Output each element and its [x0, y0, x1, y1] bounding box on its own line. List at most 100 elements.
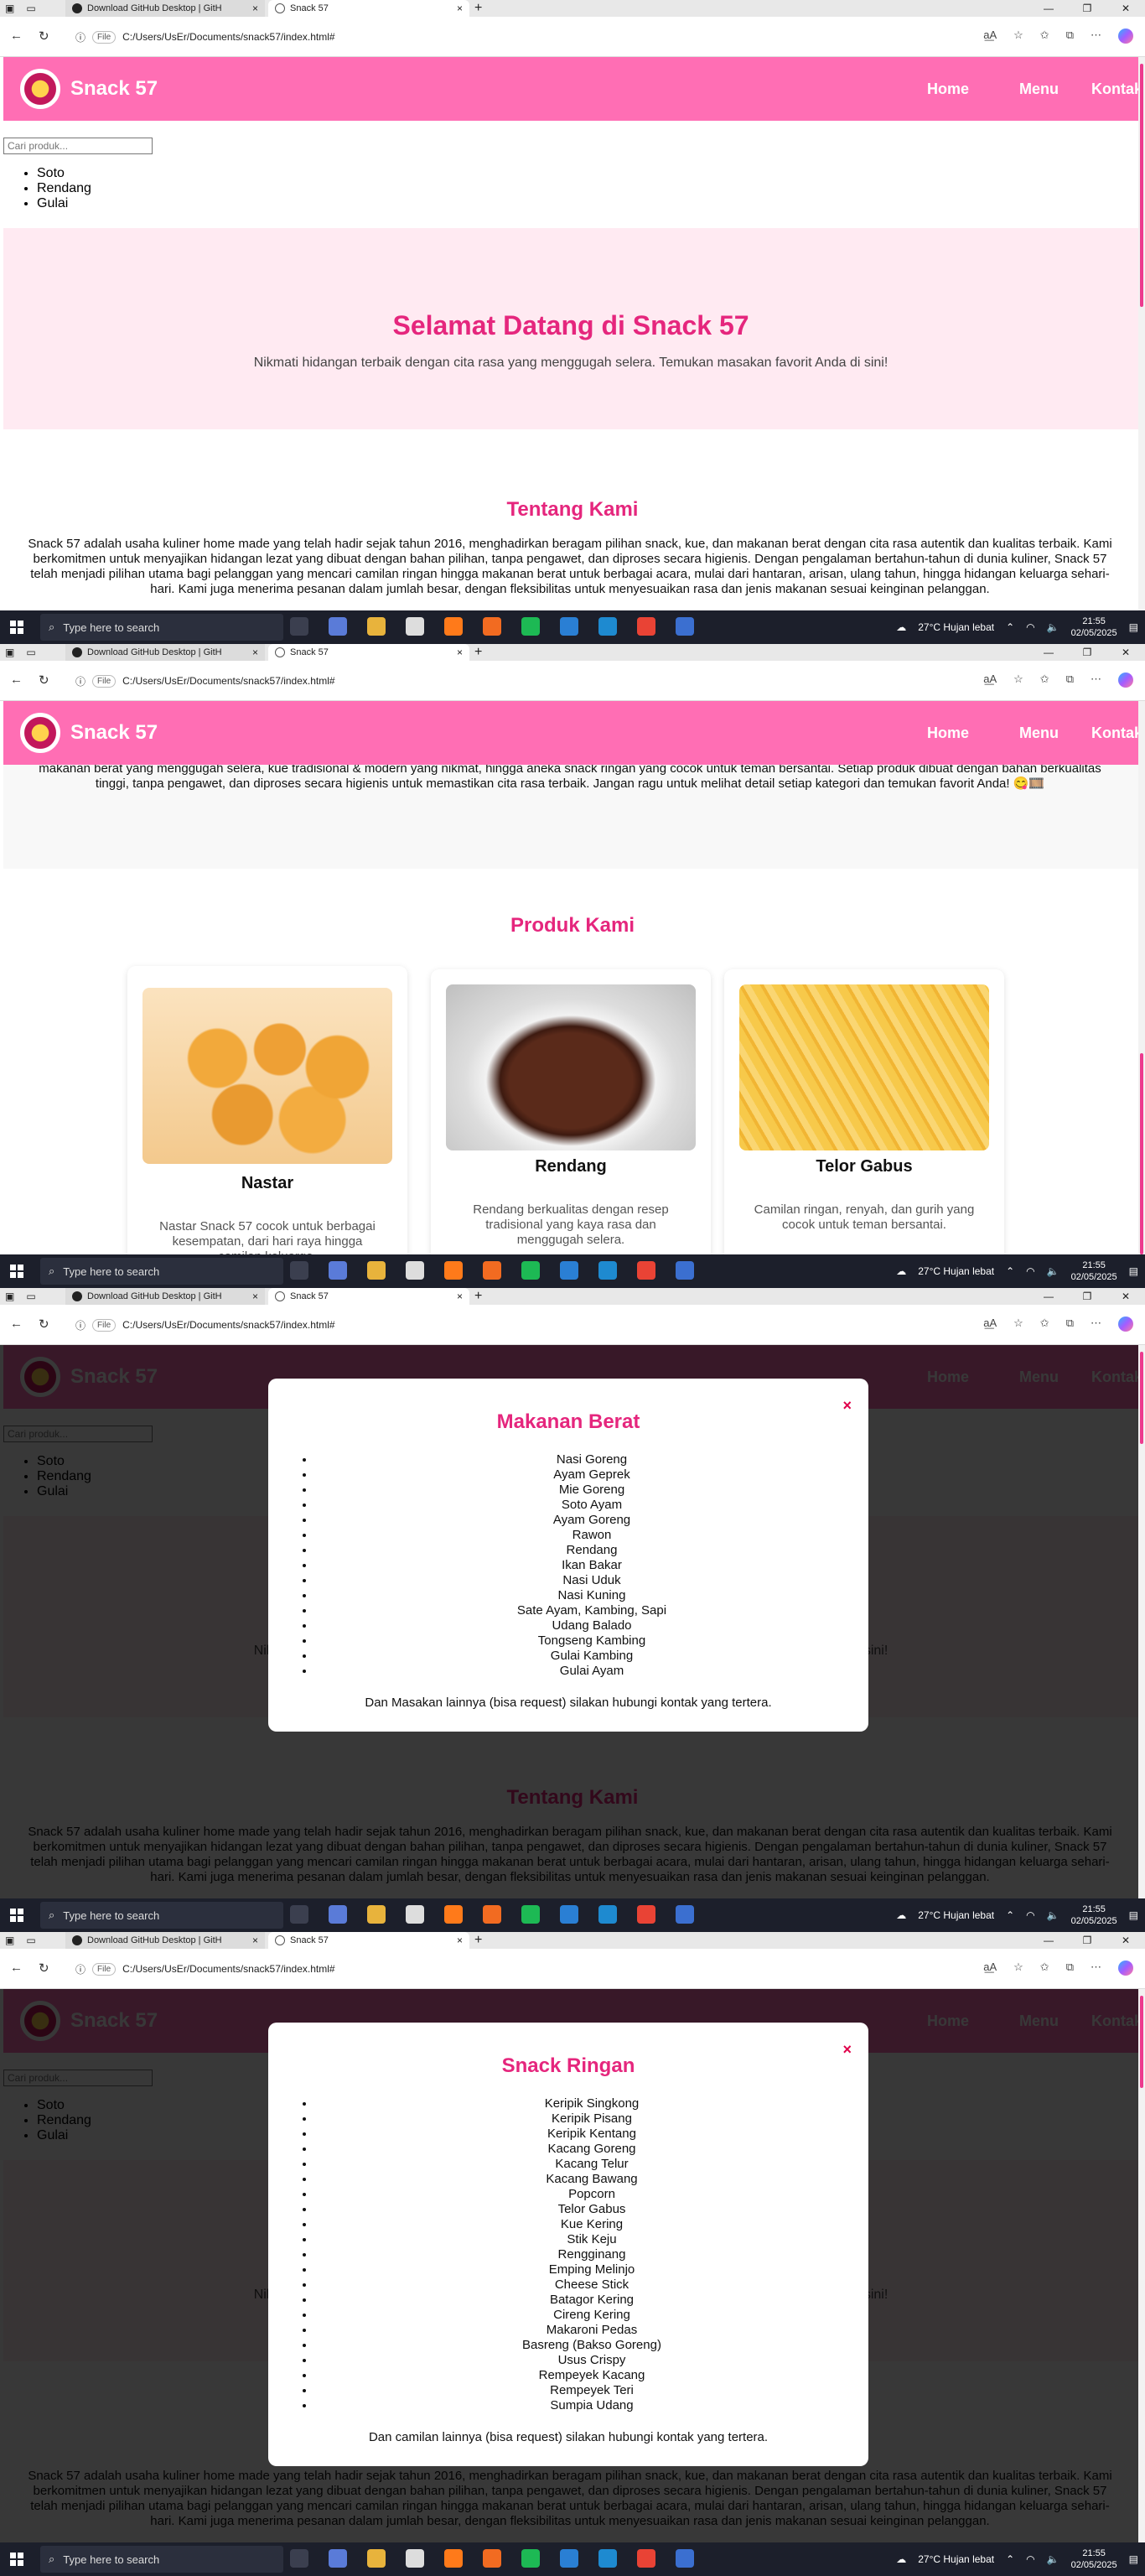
- file-explorer-icon[interactable]: [367, 1261, 386, 1280]
- info-icon[interactable]: ⓘ: [75, 30, 85, 44]
- product-card[interactable]: Nastar Nastar Snack 57 cocok untuk berba…: [127, 966, 407, 1254]
- app-icon[interactable]: [483, 2549, 501, 2568]
- minimize-icon[interactable]: —: [1029, 644, 1068, 661]
- back-icon[interactable]: ←: [10, 1317, 23, 1331]
- edge-icon[interactable]: [598, 2549, 617, 2568]
- scrollbar-thumb[interactable]: [1140, 1053, 1143, 1254]
- scrollbar-thumb[interactable]: [1140, 64, 1143, 307]
- tab-list-icon[interactable]: ▭: [26, 3, 35, 14]
- taskbar-search[interactable]: ⌕ Type here to search: [40, 1258, 283, 1285]
- close-icon[interactable]: ×: [842, 2041, 852, 2059]
- tab-github[interactable]: Download GitHub Desktop | GitH ×: [65, 1932, 265, 1949]
- volume-icon[interactable]: 🔈: [1047, 2553, 1060, 2565]
- chrome-icon[interactable]: [637, 1905, 655, 1924]
- minimize-icon[interactable]: —: [1029, 1932, 1068, 1949]
- volume-icon[interactable]: 🔈: [1047, 621, 1060, 633]
- app-icon[interactable]: [483, 617, 501, 636]
- nav-menu[interactable]: Menu: [1019, 80, 1091, 98]
- url-text[interactable]: C:/Users/UsEr/Documents/snack57/index.ht…: [122, 675, 334, 687]
- product-image[interactable]: [739, 984, 989, 1150]
- close-window-icon[interactable]: ✕: [1106, 644, 1145, 661]
- restore-icon[interactable]: ❐: [1068, 1288, 1106, 1305]
- tab-snack57[interactable]: Snack 57 ×: [268, 644, 469, 661]
- close-window-icon[interactable]: ✕: [1106, 1932, 1145, 1949]
- copilot-icon[interactable]: [1118, 29, 1133, 44]
- app-icon[interactable]: [483, 1905, 501, 1924]
- taskbar-search[interactable]: ⌕ Type here to search: [40, 614, 283, 641]
- workspaces-icon[interactable]: ▣: [5, 1291, 14, 1302]
- tray-chevron-icon[interactable]: ⌃: [1006, 1265, 1014, 1277]
- task-view-icon[interactable]: [290, 617, 308, 636]
- app-icon[interactable]: [483, 1261, 501, 1280]
- back-icon[interactable]: ←: [10, 29, 23, 43]
- windows-start-icon[interactable]: [10, 1909, 23, 1922]
- product-card[interactable]: Rendang Rendang berkualitas dengan resep…: [431, 969, 711, 1254]
- workspaces-icon[interactable]: ▣: [5, 1935, 14, 1946]
- clock[interactable]: 21:55 02/05/2025: [1071, 1903, 1117, 1927]
- scrollbar-thumb[interactable]: [1140, 1352, 1143, 1444]
- suggestion-item[interactable]: Rendang: [37, 181, 91, 196]
- new-tab-button[interactable]: +: [474, 1932, 482, 1949]
- tab-github[interactable]: Download GitHub Desktop | GitH ×: [65, 644, 265, 661]
- suggestion-item[interactable]: Gulai: [37, 196, 91, 211]
- minimize-icon[interactable]: —: [1029, 1288, 1068, 1305]
- weather-text[interactable]: 27°C Hujan lebat: [918, 2553, 994, 2565]
- vscode-icon[interactable]: [560, 2549, 578, 2568]
- tab-snack57[interactable]: Snack 57 ×: [268, 1932, 469, 1949]
- read-aloud-icon[interactable]: a͟A: [983, 673, 997, 688]
- new-tab-button[interactable]: +: [474, 644, 482, 661]
- url-text[interactable]: C:/Users/UsEr/Documents/snack57/index.ht…: [122, 1319, 334, 1331]
- search-input[interactable]: [3, 138, 153, 154]
- spotify-icon[interactable]: [521, 1905, 540, 1924]
- reload-icon[interactable]: ↻: [39, 1317, 49, 1332]
- tab-list-icon[interactable]: ▭: [26, 647, 35, 658]
- chrome-icon[interactable]: [637, 1261, 655, 1280]
- collections-icon[interactable]: ⧉: [1066, 1961, 1074, 1976]
- edge-icon[interactable]: [598, 1261, 617, 1280]
- close-tab-icon[interactable]: ×: [457, 1935, 463, 1946]
- photos-icon[interactable]: [676, 2549, 694, 2568]
- collections-icon[interactable]: ⧉: [1066, 29, 1074, 44]
- restore-icon[interactable]: ❐: [1068, 644, 1106, 661]
- copilot-icon[interactable]: [1118, 1961, 1133, 1976]
- product-card[interactable]: Telor Gabus Camilan ringan, renyah, dan …: [724, 969, 1004, 1254]
- file-explorer-icon[interactable]: [367, 2549, 386, 2568]
- weather-icon[interactable]: ☁: [896, 2553, 906, 2565]
- weather-text[interactable]: 27°C Hujan lebat: [918, 1265, 994, 1277]
- product-image[interactable]: [142, 988, 392, 1164]
- url-field[interactable]: ⓘ File C:/Users/UsEr/Documents/snack57/i…: [67, 1957, 1056, 1981]
- weather-text[interactable]: 27°C Hujan lebat: [918, 621, 994, 633]
- url-field[interactable]: ⓘ File C:/Users/UsEr/Documents/snack57/i…: [67, 25, 1056, 49]
- restore-icon[interactable]: ❐: [1068, 1932, 1106, 1949]
- nav-kontak[interactable]: Kontak: [1091, 80, 1145, 98]
- restore-icon[interactable]: ❐: [1068, 0, 1106, 17]
- task-view-icon[interactable]: [290, 1261, 308, 1280]
- back-icon[interactable]: ←: [10, 673, 23, 687]
- firefox-icon[interactable]: [444, 1261, 463, 1280]
- favorites-icon[interactable]: ✩: [1040, 1317, 1049, 1332]
- notifications-icon[interactable]: ▤: [1129, 621, 1138, 633]
- network-icon[interactable]: ◠: [1026, 621, 1034, 633]
- edge-icon[interactable]: [598, 1905, 617, 1924]
- close-icon[interactable]: ×: [842, 1397, 852, 1415]
- windows-start-icon[interactable]: [10, 1265, 23, 1278]
- weather-text[interactable]: 27°C Hujan lebat: [918, 1909, 994, 1921]
- url-field[interactable]: ⓘ File C:/Users/UsEr/Documents/snack57/i…: [67, 669, 1056, 693]
- close-tab-icon[interactable]: ×: [457, 647, 463, 658]
- firefox-icon[interactable]: [444, 617, 463, 636]
- read-aloud-icon[interactable]: a͟A: [983, 1317, 997, 1332]
- camera-icon[interactable]: [406, 1905, 424, 1924]
- close-tab-icon[interactable]: ×: [457, 1291, 463, 1302]
- favorite-star-icon[interactable]: ☆: [1013, 673, 1023, 688]
- workspaces-icon[interactable]: ▣: [5, 3, 14, 14]
- tray-chevron-icon[interactable]: ⌃: [1006, 621, 1014, 633]
- tab-github[interactable]: Download GitHub Desktop | GitH ×: [65, 0, 265, 17]
- reload-icon[interactable]: ↻: [39, 1961, 49, 1976]
- new-tab-button[interactable]: +: [474, 0, 482, 17]
- favorite-star-icon[interactable]: ☆: [1013, 1317, 1023, 1332]
- camera-icon[interactable]: [406, 1261, 424, 1280]
- tab-snack57[interactable]: Snack 57 ×: [268, 1288, 469, 1305]
- tab-github[interactable]: Download GitHub Desktop | GitH ×: [65, 1288, 265, 1305]
- info-icon[interactable]: ⓘ: [75, 674, 85, 688]
- task-view-icon[interactable]: [290, 1905, 308, 1924]
